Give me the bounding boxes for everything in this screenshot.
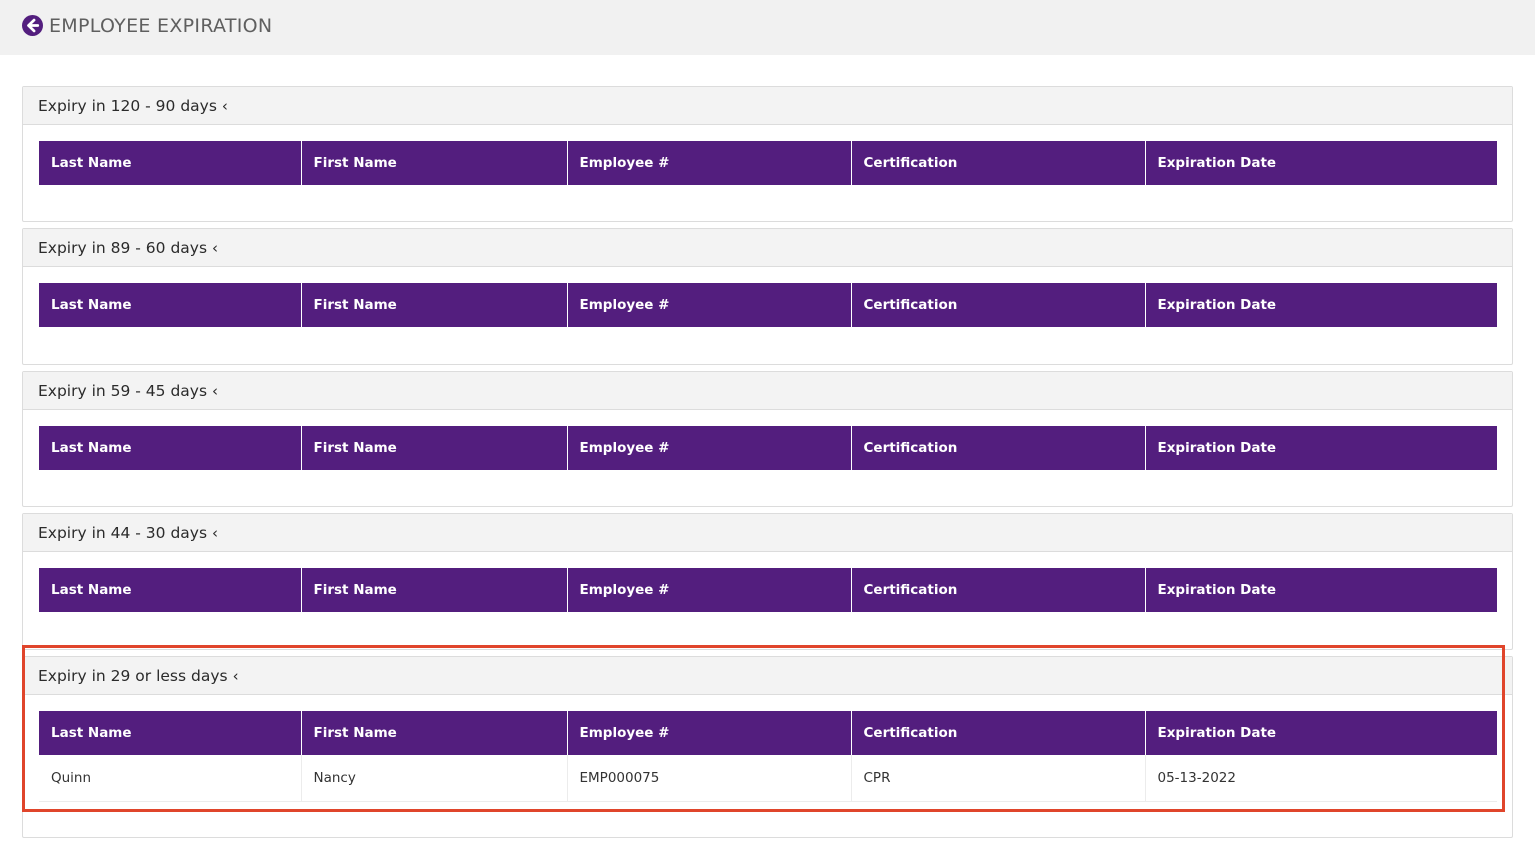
expiry-panel-120-90: Expiry in 120 - 90 days ‹ Last Name Firs… [22,86,1513,222]
table-row[interactable]: Quinn Nancy EMP000075 CPR 05-13-2022 [39,755,1497,802]
back-arrow-icon[interactable] [22,15,43,36]
expiry-table: Last Name First Name Employee # Certific… [39,568,1497,612]
column-header-certification[interactable]: Certification [851,283,1146,327]
chevron-left-icon: ‹ [212,523,219,542]
column-header-certification[interactable]: Certification [851,141,1146,185]
cell-employee-number: EMP000075 [567,755,852,802]
column-header-employee-number[interactable]: Employee # [567,283,852,327]
column-header-certification[interactable]: Certification [851,711,1146,755]
column-header-last-name[interactable]: Last Name [39,711,302,755]
panel-header[interactable]: Expiry in 120 - 90 days ‹ [23,87,1512,125]
column-header-certification[interactable]: Certification [851,568,1146,612]
panel-title: Expiry in 89 - 60 days [38,238,208,257]
column-header-expiration-date[interactable]: Expiration Date [1145,568,1497,612]
column-header-last-name[interactable]: Last Name [39,568,302,612]
column-header-expiration-date[interactable]: Expiration Date [1145,283,1497,327]
cell-first-name: Nancy [301,755,568,802]
column-header-expiration-date[interactable]: Expiration Date [1145,426,1497,470]
column-header-first-name[interactable]: First Name [301,283,568,327]
expiry-panel-59-45: Expiry in 59 - 45 days ‹ Last Name First… [22,371,1513,507]
expiry-panel-29-or-less: Expiry in 29 or less days ‹ Last Name Fi… [22,656,1513,838]
column-header-first-name[interactable]: First Name [301,711,568,755]
table-header-row: Last Name First Name Employee # Certific… [39,568,1497,612]
table-header-row: Last Name First Name Employee # Certific… [39,283,1497,327]
expiry-panel-89-60: Expiry in 89 - 60 days ‹ Last Name First… [22,228,1513,365]
column-header-first-name[interactable]: First Name [301,568,568,612]
expiry-table: Last Name First Name Employee # Certific… [39,283,1497,327]
expiry-table: Last Name First Name Employee # Certific… [39,711,1497,802]
table-header-row: Last Name First Name Employee # Certific… [39,141,1497,185]
column-header-last-name[interactable]: Last Name [39,426,302,470]
panel-title: Expiry in 120 - 90 days [38,96,217,115]
column-header-first-name[interactable]: First Name [301,426,568,470]
panel-header[interactable]: Expiry in 89 - 60 days ‹ [23,229,1512,267]
table-header-row: Last Name First Name Employee # Certific… [39,711,1497,755]
column-header-certification[interactable]: Certification [851,426,1146,470]
cell-last-name: Quinn [39,755,302,802]
column-header-expiration-date[interactable]: Expiration Date [1145,141,1497,185]
column-header-last-name[interactable]: Last Name [39,141,302,185]
panel-title: Expiry in 29 or less days [38,666,228,685]
column-header-employee-number[interactable]: Employee # [567,141,852,185]
chevron-left-icon: ‹ [232,666,239,685]
chevron-left-icon: ‹ [212,238,219,257]
page-header: EMPLOYEE EXPIRATION [0,0,1535,55]
expiry-table: Last Name First Name Employee # Certific… [39,426,1497,470]
cell-expiration-date: 05-13-2022 [1145,755,1497,802]
panel-header[interactable]: Expiry in 59 - 45 days ‹ [23,372,1512,410]
column-header-employee-number[interactable]: Employee # [567,711,852,755]
column-header-employee-number[interactable]: Employee # [567,426,852,470]
page-title: EMPLOYEE EXPIRATION [49,14,273,37]
panel-header[interactable]: Expiry in 29 or less days ‹ [23,657,1512,695]
column-header-last-name[interactable]: Last Name [39,283,302,327]
chevron-left-icon: ‹ [221,96,228,115]
column-header-employee-number[interactable]: Employee # [567,568,852,612]
expiry-table: Last Name First Name Employee # Certific… [39,141,1497,185]
panel-header[interactable]: Expiry in 44 - 30 days ‹ [23,514,1512,552]
column-header-expiration-date[interactable]: Expiration Date [1145,711,1497,755]
panel-title: Expiry in 59 - 45 days [38,381,208,400]
table-header-row: Last Name First Name Employee # Certific… [39,426,1497,470]
expiry-panel-44-30: Expiry in 44 - 30 days ‹ Last Name First… [22,513,1513,650]
chevron-left-icon: ‹ [212,381,219,400]
panel-title: Expiry in 44 - 30 days [38,523,208,542]
cell-certification: CPR [851,755,1146,802]
column-header-first-name[interactable]: First Name [301,141,568,185]
